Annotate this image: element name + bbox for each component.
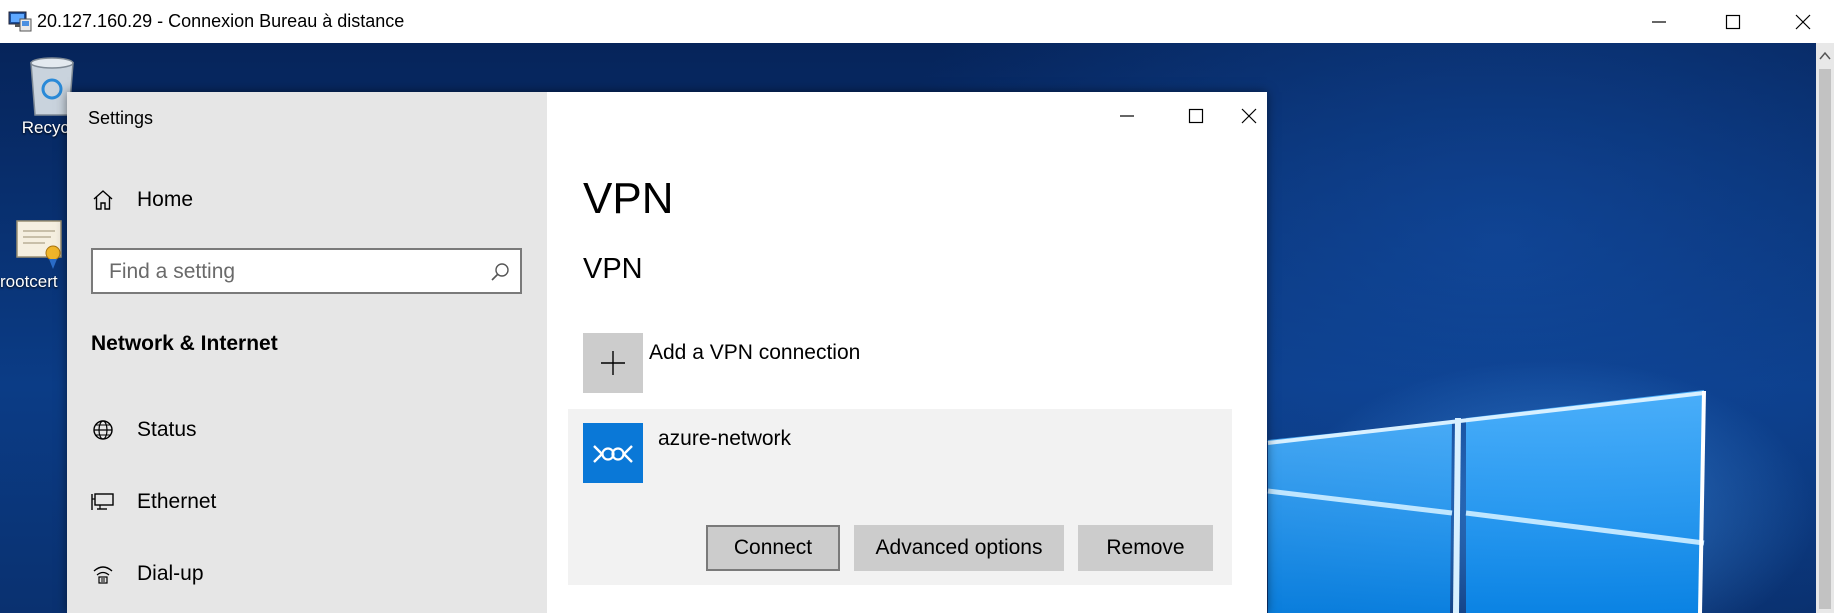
minimize-icon	[1652, 20, 1666, 23]
close-button[interactable]	[1231, 92, 1267, 140]
vpn-connection-name: azure-network	[658, 427, 792, 450]
add-tile	[583, 333, 643, 393]
rdp-title-bar: 20.127.160.29 - Connexion Bureau à dista…	[0, 0, 1834, 43]
scrollbar-thumb[interactable]	[1819, 69, 1831, 609]
nav-item-label: Ethernet	[137, 490, 217, 513]
remove-button[interactable]: Remove	[1078, 525, 1213, 571]
nav-section-title: Network & Internet	[91, 332, 278, 355]
search-box[interactable]	[91, 248, 522, 294]
rdp-maximize-button[interactable]	[1696, 0, 1770, 43]
vertical-scrollbar[interactable]	[1816, 43, 1834, 613]
close-icon	[1241, 108, 1257, 124]
add-vpn-connection-button[interactable]: Add a VPN connection	[583, 333, 860, 393]
add-vpn-label: Add a VPN connection	[649, 341, 861, 364]
home-icon	[93, 190, 113, 210]
rdp-close-button[interactable]	[1766, 0, 1834, 43]
close-icon	[1795, 14, 1811, 29]
settings-window: Settings Home Network & Internet Status	[67, 92, 1267, 613]
page-title: VPN	[583, 174, 674, 223]
nav-item-label: Status	[137, 418, 197, 441]
maximize-button[interactable]	[1162, 92, 1230, 140]
search-input[interactable]	[107, 258, 481, 286]
nav-item-status[interactable]: Status	[91, 418, 197, 442]
maximize-icon	[1188, 108, 1204, 124]
window-title: Settings	[88, 108, 154, 128]
desktop-icon-rootcert[interactable]: rootcert	[0, 215, 70, 292]
nav-item-ethernet[interactable]: Ethernet	[91, 490, 216, 514]
minimize-button[interactable]	[1093, 92, 1161, 140]
nav-home[interactable]: Home	[91, 188, 193, 212]
search-icon[interactable]	[490, 262, 510, 287]
certificate-icon	[16, 220, 62, 269]
nav-home-label: Home	[137, 188, 194, 211]
ethernet-icon	[91, 493, 114, 510]
dialup-icon	[93, 566, 113, 584]
rdp-minimize-button[interactable]	[1622, 0, 1696, 43]
vpn-tile	[583, 423, 643, 483]
section-title: VPN	[583, 253, 643, 285]
connect-button[interactable]: Connect	[706, 525, 840, 571]
vpn-connection-item[interactable]: azure-network Connect Advanced options R…	[568, 409, 1232, 585]
advanced-options-button[interactable]: Advanced options	[854, 525, 1064, 571]
minimize-icon	[1120, 115, 1134, 117]
scroll-up-icon	[1819, 51, 1831, 60]
vpn-icon	[593, 445, 633, 463]
globe-icon	[93, 420, 113, 440]
remote-desktop-icon	[8, 9, 32, 33]
maximize-icon	[1725, 14, 1741, 29]
plus-icon	[601, 351, 625, 375]
nav-item-dial-up[interactable]: Dial-up	[91, 562, 204, 586]
nav-item-label: Dial-up	[137, 562, 204, 585]
rdp-window-title: 20.127.160.29 - Connexion Bureau à dista…	[37, 11, 405, 31]
desktop-icon-label: rootcert	[0, 272, 58, 291]
settings-nav-pane: Settings Home Network & Internet Status	[67, 92, 547, 613]
